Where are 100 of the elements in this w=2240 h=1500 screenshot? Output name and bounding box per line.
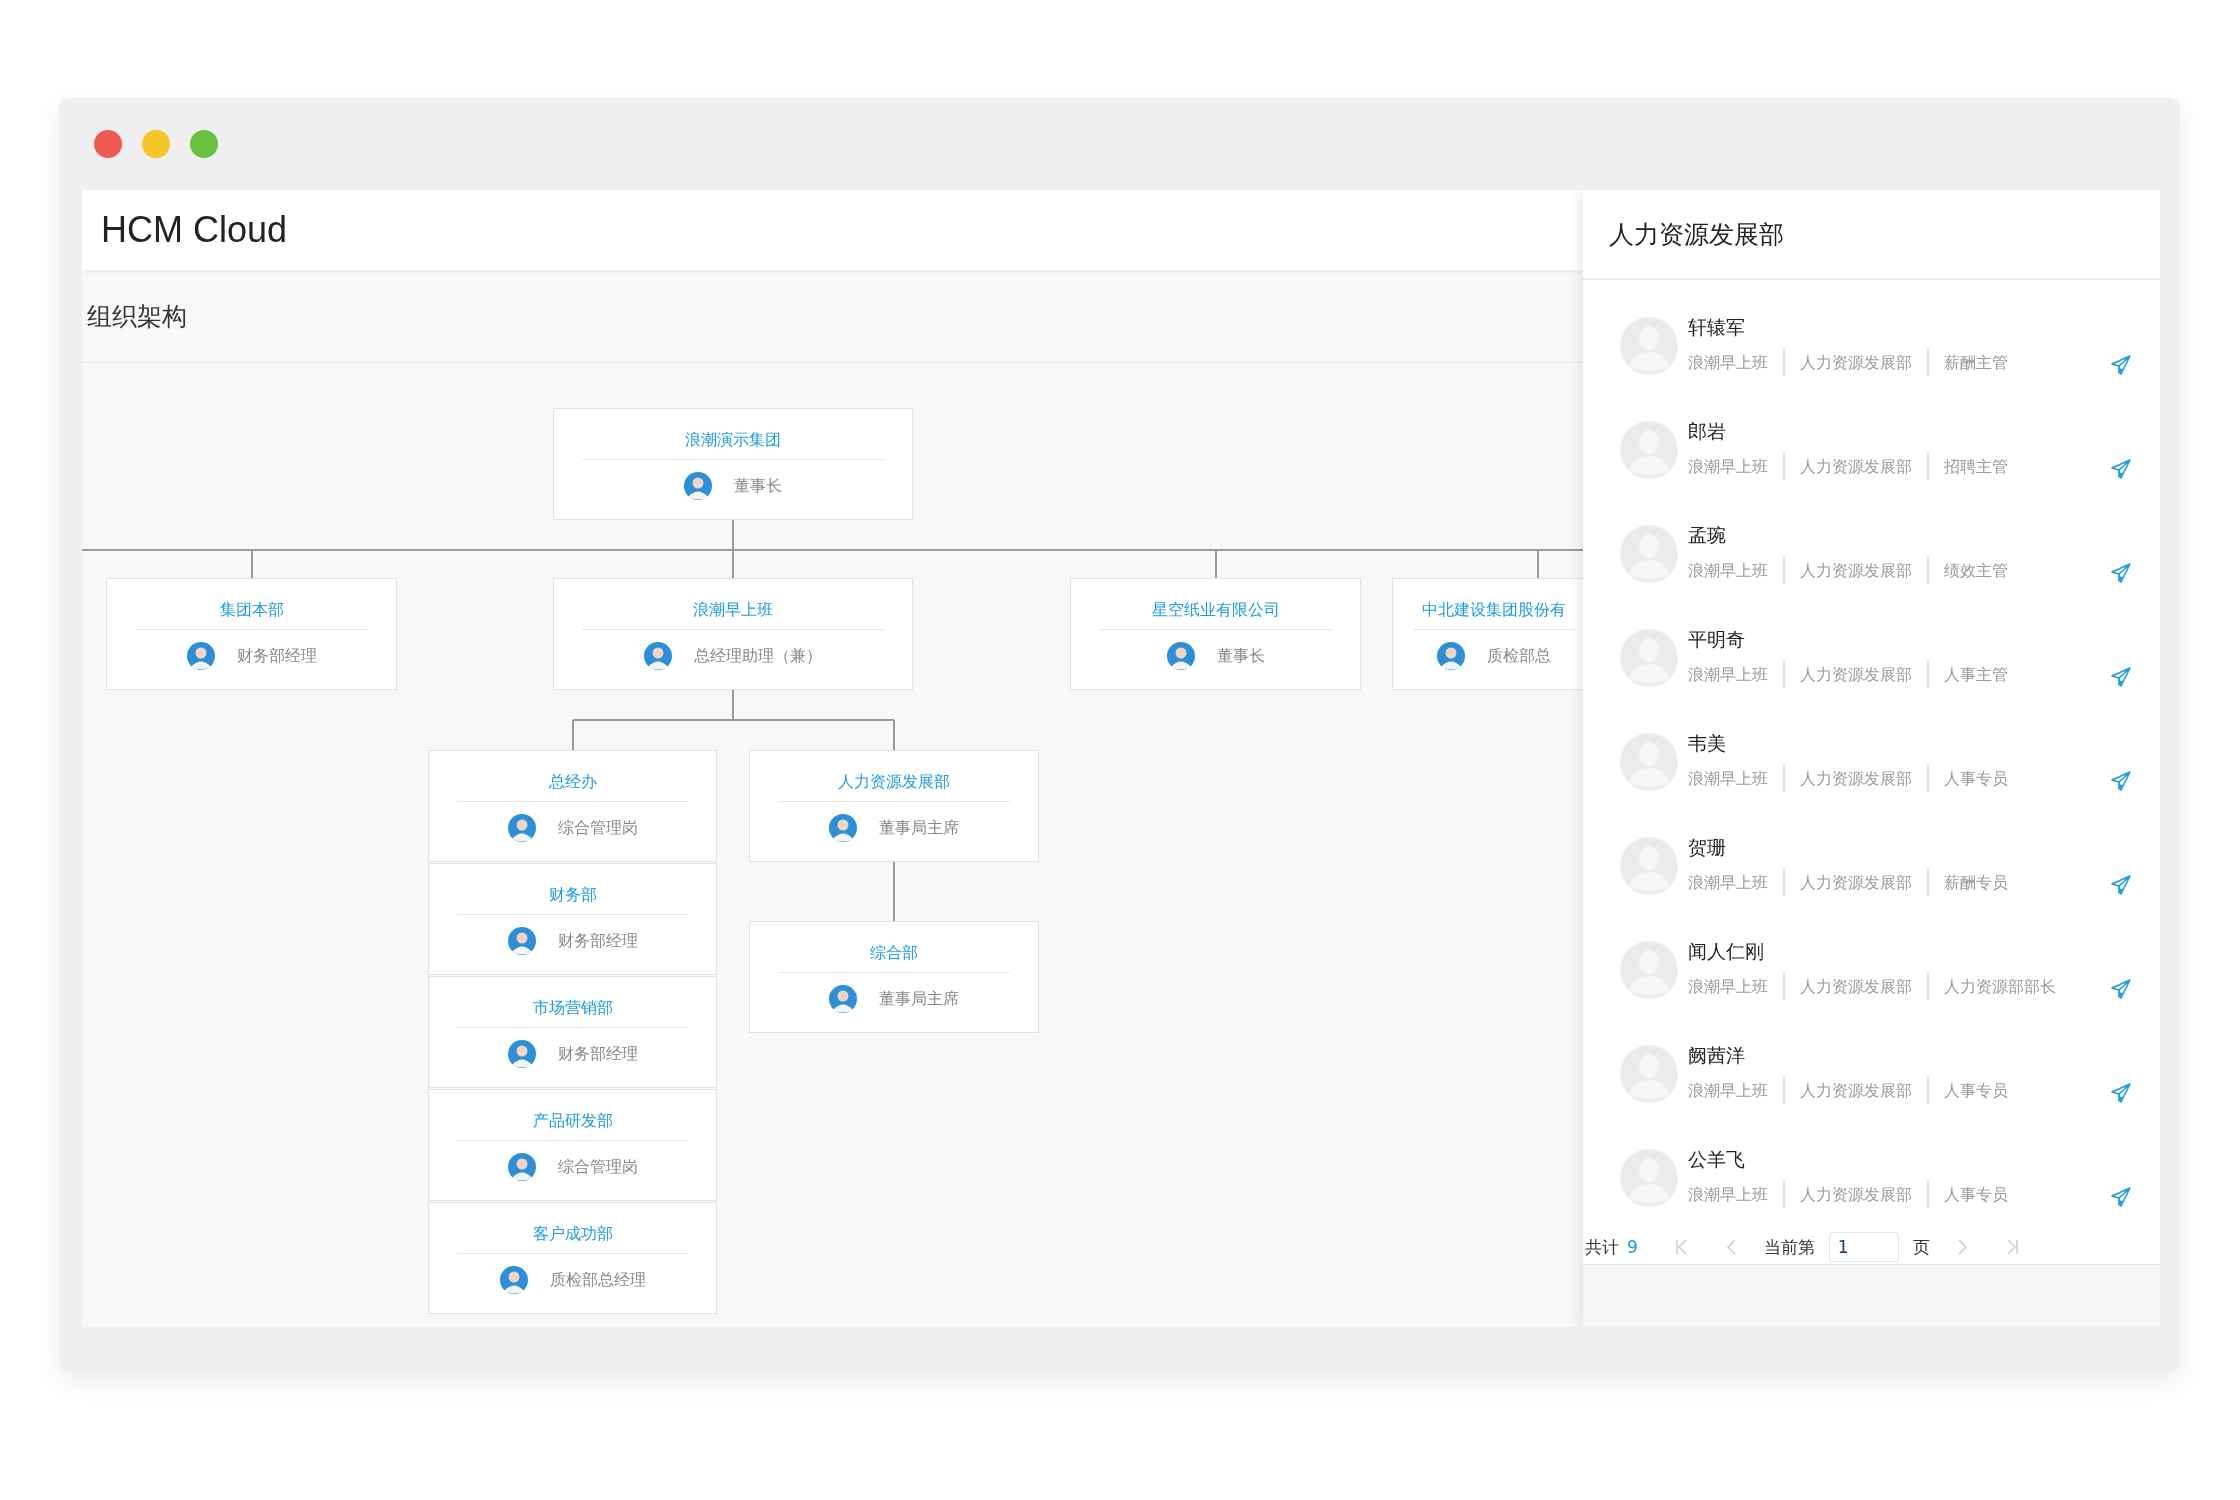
node-title: 客户成功部 — [457, 1223, 688, 1254]
member-position: 绩效主管 — [1944, 560, 2008, 582]
send-icon[interactable] — [2110, 978, 2132, 1000]
total-count: 9 — [1627, 1237, 1638, 1257]
zoom-button[interactable] — [190, 130, 218, 158]
member-department: 人力资源发展部 — [1800, 560, 1912, 582]
org-node-card[interactable]: 产品研发部 综合管理岗 — [428, 1089, 717, 1201]
member-department: 人力资源发展部 — [1800, 1080, 1912, 1102]
avatar-icon — [1166, 642, 1195, 670]
member-department: 人力资源发展部 — [1800, 976, 1912, 998]
avatar-icon — [644, 642, 672, 670]
member-company: 浪潮早上班 — [1688, 456, 1768, 478]
send-icon[interactable] — [2110, 354, 2132, 376]
avatar-icon — [507, 1040, 536, 1068]
org-node-card[interactable]: 总经办 综合管理岗 — [428, 750, 717, 862]
member-department: 人力资源发展部 — [1800, 872, 1912, 894]
node-role: 综合管理岗 — [557, 817, 638, 839]
node-title: 中北建设集团股份有 — [1413, 599, 1575, 630]
member-name: 闻人仁刚 — [1688, 939, 1765, 964]
org-node-card[interactable]: 客户成功部 质检部总经理 — [428, 1202, 717, 1314]
member-position: 人事专员 — [1944, 768, 2008, 790]
member-department: 人力资源发展部 — [1800, 456, 1912, 478]
member-name: 贺珊 — [1688, 835, 1727, 860]
node-role: 财务部经理 — [557, 930, 638, 952]
node-role: 财务部经理 — [557, 1043, 638, 1065]
member-position: 人事主管 — [1944, 664, 2008, 686]
send-icon[interactable] — [2110, 1186, 2132, 1208]
page-title: 组织架构 — [87, 300, 187, 333]
member-name: 孟琬 — [1688, 523, 1727, 548]
member-department: 人力资源发展部 — [1800, 768, 1912, 790]
member-company: 浪潮早上班 — [1688, 560, 1768, 582]
send-icon[interactable] — [2110, 874, 2132, 896]
page-unit: 页 — [1912, 1235, 1930, 1259]
org-node-card[interactable]: 中北建设集团股份有 质检部总 — [1392, 578, 1583, 690]
node-title: 集团本部 — [135, 599, 368, 630]
node-role: 财务部经理 — [236, 645, 317, 667]
node-title: 总经办 — [457, 771, 688, 802]
member-company: 浪潮早上班 — [1688, 872, 1768, 894]
node-title: 综合部 — [778, 942, 1010, 973]
org-node-card[interactable]: 集团本部 财务部经理 — [106, 578, 397, 690]
org-node-card[interactable]: 市场营销部 财务部经理 — [428, 976, 717, 1088]
member-company: 浪潮早上班 — [1688, 352, 1768, 374]
page-input[interactable]: 1 — [1828, 1232, 1899, 1262]
avatar-icon — [507, 1153, 536, 1181]
node-role: 质检部总 — [1487, 645, 1551, 667]
node-role: 综合管理岗 — [557, 1156, 638, 1178]
node-title: 浪潮早上班 — [582, 599, 884, 630]
send-icon[interactable] — [2110, 770, 2132, 792]
member-company: 浪潮早上班 — [1688, 1080, 1768, 1102]
send-icon[interactable] — [2110, 458, 2132, 480]
page-label: 当前第 — [1763, 1235, 1815, 1259]
org-node-card[interactable]: 浪潮演示集团 董事长 — [553, 408, 913, 520]
org-node-card[interactable]: 人力资源发展部 董事局主席 — [749, 750, 1039, 862]
avatar-icon — [507, 927, 536, 955]
member-company: 浪潮早上班 — [1688, 664, 1768, 686]
member-position: 薪酬主管 — [1944, 352, 2008, 374]
send-icon[interactable] — [2110, 1082, 2132, 1104]
member-position: 薪酬专员 — [1944, 872, 2008, 894]
total-label: 共计 — [1585, 1235, 1619, 1259]
member-name: 轩辕军 — [1688, 315, 1746, 340]
node-title: 星空纸业有限公司 — [1099, 599, 1332, 630]
avatar-icon — [829, 985, 857, 1013]
member-position: 招聘主管 — [1944, 456, 2008, 478]
node-role: 董事长 — [734, 475, 782, 497]
org-node-card[interactable]: 浪潮早上班 总经理助理（兼） — [553, 578, 913, 690]
member-position: 人事专员 — [1944, 1184, 2008, 1206]
member-department: 人力资源发展部 — [1800, 664, 1912, 686]
node-role: 总经理助理（兼） — [694, 645, 822, 667]
first-page-icon[interactable] — [1673, 1237, 1690, 1257]
avatar-icon — [507, 814, 536, 842]
connector-line — [893, 862, 895, 921]
member-department: 人力资源发展部 — [1800, 352, 1912, 374]
avatar-icon — [1437, 642, 1465, 670]
member-position: 人力资源部部长 — [1944, 976, 2056, 998]
node-role: 董事局主席 — [879, 988, 959, 1010]
panel-title: 人力资源发展部 — [1609, 218, 1784, 251]
node-title: 财务部 — [457, 884, 688, 915]
org-node-card[interactable]: 星空纸业有限公司 董事长 — [1070, 578, 1361, 690]
member-company: 浪潮早上班 — [1688, 768, 1768, 790]
node-title: 市场营销部 — [457, 997, 688, 1028]
member-position: 人事专员 — [1944, 1080, 2008, 1102]
send-icon[interactable] — [2110, 562, 2132, 584]
org-node-card[interactable]: 综合部 董事局主席 — [749, 921, 1039, 1033]
node-title: 产品研发部 — [457, 1110, 688, 1141]
member-name: 公羊飞 — [1688, 1147, 1746, 1172]
member-company: 浪潮早上班 — [1688, 1184, 1768, 1206]
avatar-icon — [684, 472, 712, 500]
member-name: 韦美 — [1688, 731, 1727, 756]
member-company: 浪潮早上班 — [1688, 976, 1768, 998]
org-node-card[interactable]: 财务部 财务部经理 — [428, 863, 717, 975]
avatar-icon — [829, 814, 857, 842]
node-role: 质检部总经理 — [549, 1269, 646, 1291]
node-title: 人力资源发展部 — [778, 771, 1010, 802]
send-icon[interactable] — [2110, 666, 2132, 688]
avatar-icon — [499, 1266, 528, 1294]
node-role: 董事长 — [1216, 645, 1265, 667]
member-name: 郎岩 — [1688, 419, 1727, 444]
member-name: 平明奇 — [1688, 627, 1746, 652]
close-button[interactable] — [94, 130, 122, 158]
app-title: HCM Cloud — [101, 209, 288, 251]
